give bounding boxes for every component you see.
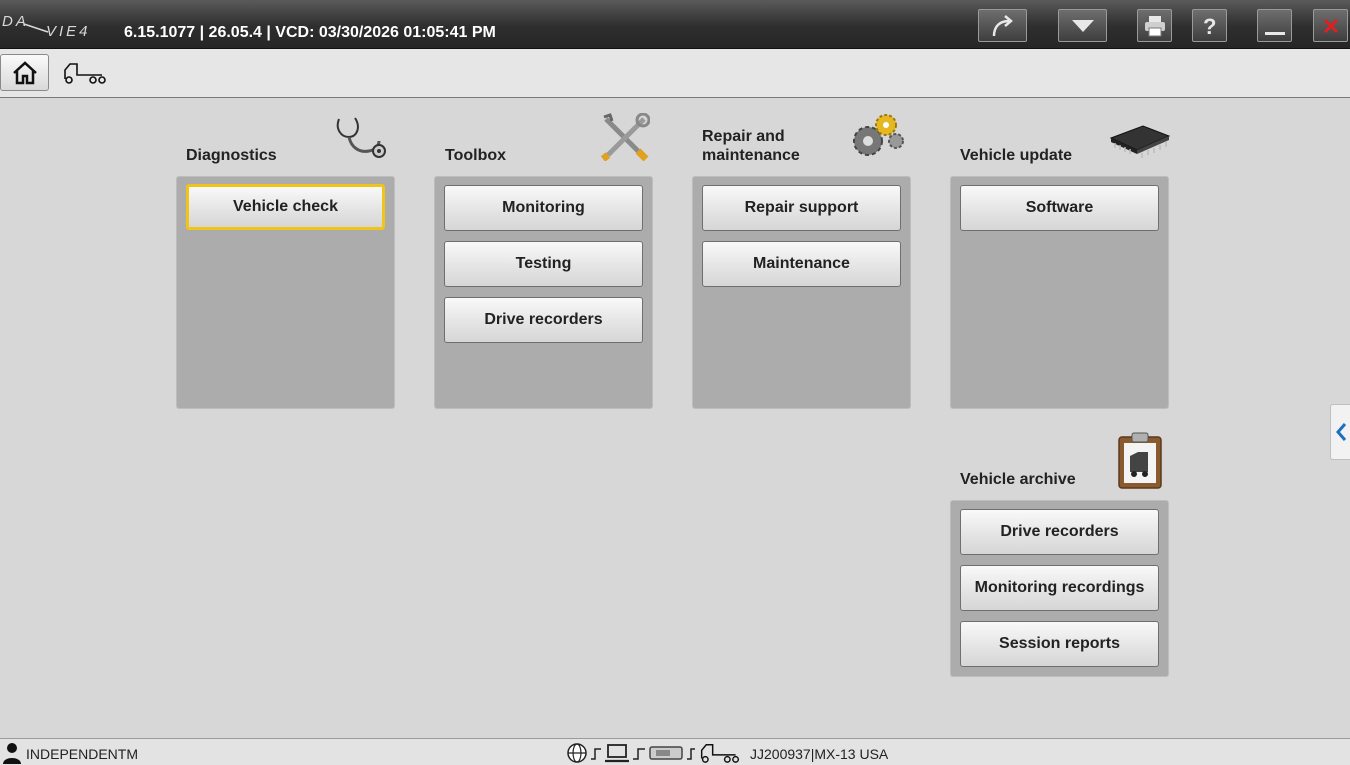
vci-icon xyxy=(649,746,683,760)
diagnostics-panel: Vehicle check xyxy=(176,176,395,409)
redo-icon xyxy=(992,14,1013,36)
home-icon xyxy=(12,60,37,84)
archive-drive-recorders-button[interactable]: Drive recorders xyxy=(960,509,1159,555)
svg-text:VIE4: VIE4 xyxy=(46,23,91,38)
monitoring-recordings-button[interactable]: Monitoring recordings xyxy=(960,565,1159,611)
truck-icon xyxy=(700,744,740,763)
stethoscope-icon xyxy=(336,117,386,158)
diagnostics-title: Diagnostics xyxy=(186,147,277,164)
minimize-button[interactable] xyxy=(1257,9,1292,42)
globe-icon xyxy=(567,743,587,763)
print-button[interactable] xyxy=(1137,9,1172,42)
user-name: INDEPENDENTM xyxy=(26,746,139,762)
vehicle-check-button[interactable]: Vehicle check xyxy=(186,184,385,230)
repair-title-line2: maintenance xyxy=(702,147,800,164)
home-button[interactable] xyxy=(0,54,49,91)
vehicle-archive-title: Vehicle archive xyxy=(960,471,1076,488)
redo-button[interactable] xyxy=(978,9,1027,42)
repair-panel: Repair support Maintenance xyxy=(692,176,911,409)
toolbox-title: Toolbox xyxy=(445,147,507,164)
software-button[interactable]: Software xyxy=(960,185,1159,231)
tools-icon xyxy=(600,113,650,161)
laptop-icon xyxy=(605,744,629,763)
version-info: 6.15.1077 | 26.05.4 | VCD: 03/30/2026 01… xyxy=(124,24,496,41)
link-icon xyxy=(687,748,695,760)
side-panel-toggle[interactable] xyxy=(1330,404,1350,460)
help-button[interactable]: ? xyxy=(1192,9,1227,42)
monitoring-button[interactable]: Monitoring xyxy=(444,185,643,231)
repair-title: Repair and maintenance xyxy=(702,127,800,165)
davie-logo: DA VIE4 xyxy=(2,14,91,38)
title-bar: DA VIE4 6.15.1077 | 26.05.4 | VCD: 03/30… xyxy=(0,0,1350,49)
print-icon xyxy=(1144,15,1165,36)
dropdown-icon xyxy=(1071,19,1094,32)
toolbox-panel: Monitoring Testing Drive recorders xyxy=(434,176,653,409)
repair-support-button[interactable]: Repair support xyxy=(702,185,901,231)
minimize-icon xyxy=(1264,31,1285,35)
link-icon xyxy=(633,748,645,760)
link-icon xyxy=(591,748,601,760)
chip-icon xyxy=(1109,125,1171,158)
gears-icon xyxy=(853,114,904,156)
user-icon xyxy=(3,743,21,764)
vehicle-id: JJ200937|MX-13 USA xyxy=(750,746,889,762)
vehicle-update-panel: Software xyxy=(950,176,1169,409)
svg-text:DA: DA xyxy=(2,14,29,30)
testing-button[interactable]: Testing xyxy=(444,241,643,287)
close-button[interactable] xyxy=(1313,9,1348,42)
vehicle-update-title: Vehicle update xyxy=(960,147,1073,164)
clipboard-icon xyxy=(1118,432,1162,489)
chevron-left-icon xyxy=(1335,423,1346,441)
help-icon: ? xyxy=(1203,14,1216,38)
close-icon xyxy=(1323,18,1338,33)
connection-chain xyxy=(566,742,742,764)
vehicle-archive-panel: Drive recorders Monitoring recordings Se… xyxy=(950,500,1169,677)
dropdown-button[interactable] xyxy=(1058,9,1107,42)
truck-icon[interactable] xyxy=(62,61,108,85)
drive-recorders-button[interactable]: Drive recorders xyxy=(444,297,643,343)
repair-title-line1: Repair and xyxy=(702,128,785,145)
maintenance-button[interactable]: Maintenance xyxy=(702,241,901,287)
session-reports-button[interactable]: Session reports xyxy=(960,621,1159,667)
status-bar: INDEPENDENTM JJ200937|MX-13 USA xyxy=(0,738,1350,765)
svg-text:?: ? xyxy=(1203,14,1216,38)
toolbar xyxy=(0,49,1350,98)
